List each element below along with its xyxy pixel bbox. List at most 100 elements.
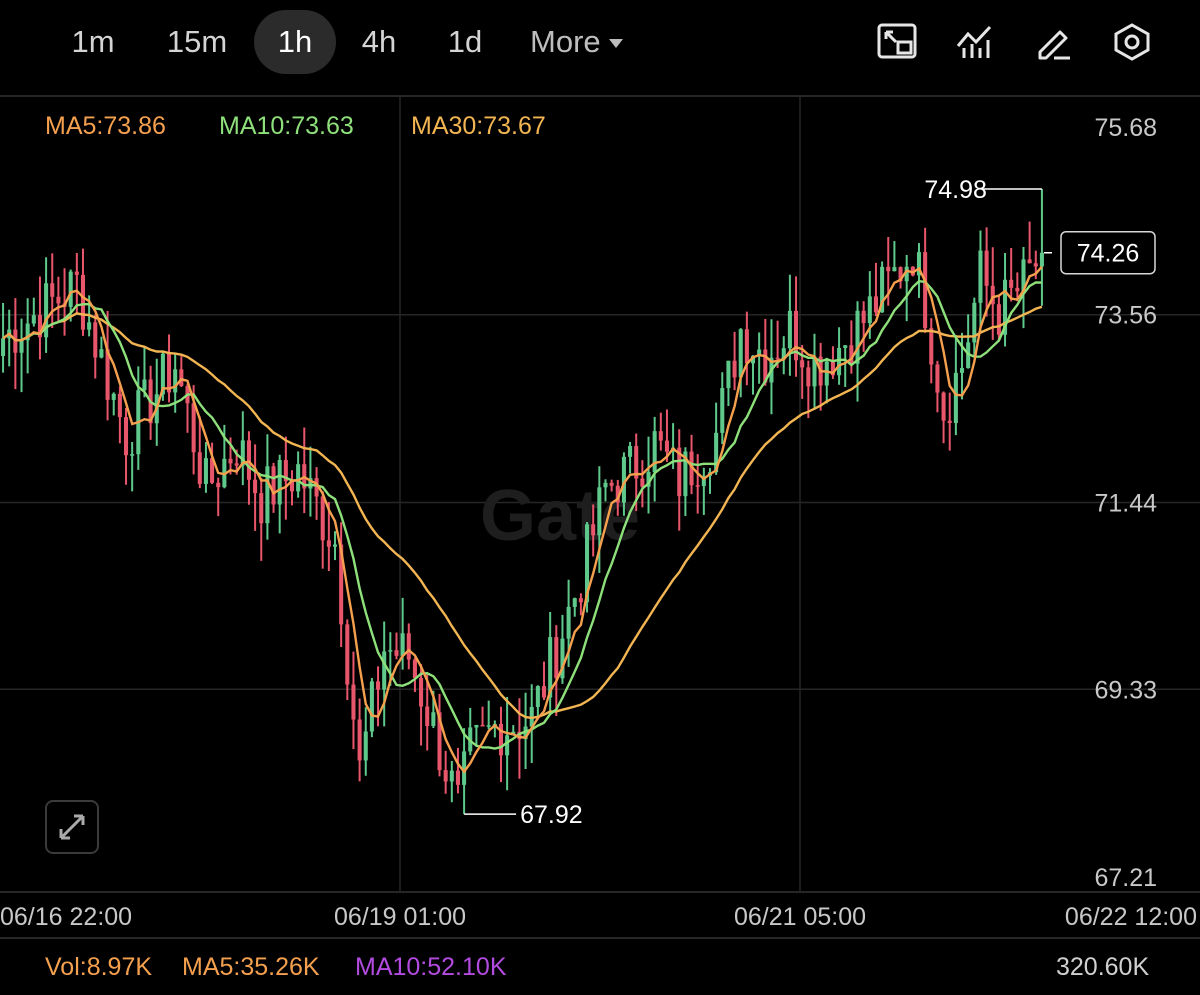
candle-body (978, 250, 983, 303)
candle-body (1009, 279, 1014, 288)
candle-body (806, 367, 811, 387)
candle-body (345, 624, 350, 685)
candle-body (167, 353, 172, 393)
candle-body (640, 478, 645, 487)
timeframe-1d[interactable]: 1d (430, 10, 500, 74)
candle-body (775, 357, 780, 360)
high-marker-label: 74.98 (924, 176, 987, 204)
x-tick-label: 06/22 12:00 (1065, 903, 1197, 931)
fullscreen-icon[interactable] (876, 22, 920, 62)
ma30-legend: MA30:73.67 (411, 112, 546, 140)
more-label: More (530, 24, 601, 59)
candle-body (419, 677, 424, 707)
candle-body (50, 283, 55, 297)
candle-body (787, 310, 792, 349)
candle-body (935, 364, 940, 393)
candle-body (216, 482, 221, 488)
candle-body (363, 731, 368, 761)
candle-body (480, 724, 485, 727)
candle-body (726, 360, 731, 389)
candle-body (382, 651, 387, 690)
candle-body (123, 417, 129, 456)
candle-body (837, 347, 842, 376)
volume-value: Vol:8.97K (45, 953, 153, 981)
candle-body (886, 266, 891, 272)
candle-body (56, 296, 61, 304)
candle-body (179, 369, 184, 386)
x-tick-label: 06/19 01:00 (334, 903, 466, 931)
candle-body (253, 479, 258, 494)
timeframe-1m[interactable]: 1m (56, 10, 130, 74)
candle-body (720, 388, 725, 433)
candle-body (738, 329, 743, 378)
candle-body (431, 712, 436, 726)
ma10-legend: MA10:73.63 (219, 112, 354, 140)
candle-body (652, 431, 657, 473)
candle-body (87, 322, 92, 330)
y-tick-label: 67.21 (1094, 864, 1157, 892)
candle-body (191, 403, 196, 453)
candle-body (664, 440, 669, 452)
candle-body (597, 487, 602, 536)
candle-body (80, 274, 86, 330)
candle-body (376, 681, 381, 690)
candlestick-chart[interactable]: 75.68 73.56 71.44 69.33 67.21 06/16 22:00 06/1… (0, 0, 1200, 995)
candle-body (351, 684, 356, 720)
candle-body (628, 446, 633, 457)
expand-chart-button[interactable] (45, 800, 99, 854)
candle-body (68, 271, 73, 307)
candle-body (984, 250, 989, 286)
candle-body (277, 460, 282, 505)
candle-body (505, 735, 510, 756)
candle-body (572, 598, 577, 607)
candle-body (228, 458, 233, 464)
candle-body (455, 770, 460, 785)
candle-body (873, 296, 878, 313)
candle-body (695, 485, 700, 487)
timeframe-1h[interactable]: 1h (254, 10, 336, 74)
y-tick-label: 71.44 (1094, 489, 1157, 517)
candle-body (554, 637, 559, 679)
candle-body (996, 304, 1001, 335)
candle-body (74, 271, 79, 275)
candle-body (861, 310, 866, 324)
candle-body (474, 724, 479, 728)
chevron-down-icon (608, 39, 623, 49)
settings-icon[interactable] (1110, 22, 1154, 62)
timeframe-toolbar: 1m 15m 1h 4h 1d More (0, 0, 1200, 86)
indicator-icon[interactable] (954, 22, 998, 62)
candle-body (1, 338, 6, 357)
more-timeframes-dropdown[interactable]: More (530, 10, 623, 74)
candle-body (732, 360, 737, 378)
timeframe-4h[interactable]: 4h (344, 10, 414, 74)
candle-body (947, 420, 952, 423)
candle-body (953, 372, 958, 423)
candle-body (197, 452, 202, 484)
candle-body (31, 315, 36, 324)
candle-body (19, 340, 24, 353)
candle-body (591, 524, 596, 536)
candle-body (486, 725, 491, 727)
candle-body (369, 681, 374, 732)
candle-body (259, 493, 264, 524)
candle-body (566, 606, 571, 639)
y-tick-label: 75.68 (1094, 114, 1157, 142)
candle-body (203, 458, 208, 484)
candle-body (406, 633, 411, 660)
candle-body (443, 770, 448, 782)
candle-body (412, 659, 417, 678)
candle-body (388, 650, 393, 652)
candle-body (541, 686, 547, 698)
x-tick-label: 06/21 05:00 (734, 903, 866, 931)
candle-body (99, 349, 104, 358)
volume-max-label: 320.60K (1056, 953, 1150, 981)
candle-body (93, 322, 98, 358)
candle-body (658, 431, 663, 441)
ma5-legend: MA5:73.86 (45, 112, 166, 140)
draw-pencil-icon[interactable] (1032, 22, 1076, 62)
candle-body (1039, 252, 1044, 267)
candle-body (1027, 259, 1032, 264)
candle-body (929, 328, 934, 365)
y-tick-label: 73.56 (1094, 302, 1157, 330)
timeframe-15m[interactable]: 15m (150, 10, 244, 74)
